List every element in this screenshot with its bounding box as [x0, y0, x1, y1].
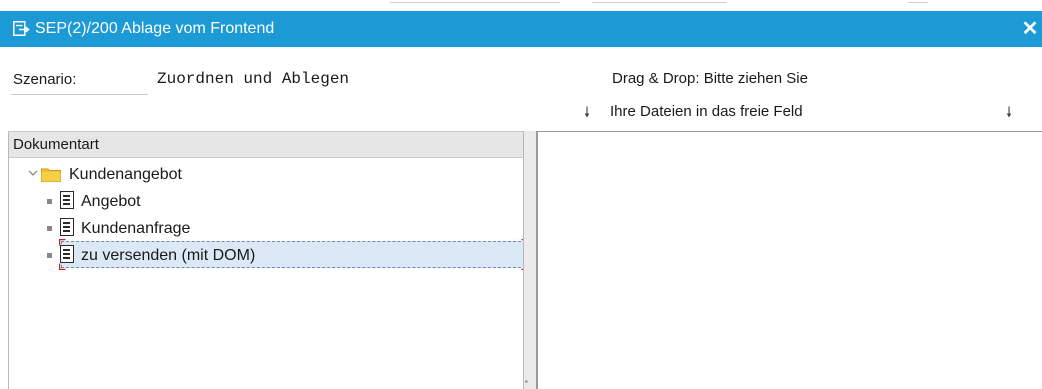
file-drop-area[interactable] — [537, 131, 1042, 389]
panel-splitter[interactable]: ▪ — [523, 131, 537, 389]
background-tab — [908, 2, 928, 11]
szenario-value-field[interactable]: Zuordnen und Ablegen — [157, 69, 349, 89]
tree-bullet — [47, 253, 52, 258]
resize-grip-icon: ▪ — [525, 377, 528, 386]
tree-node-kundenanfrage[interactable]: Kundenanfrage — [47, 218, 247, 240]
close-button[interactable]: ✕ — [1018, 16, 1042, 42]
close-icon: ✕ — [1021, 18, 1039, 40]
tree-node-kundenangebot[interactable]: Kundenangebot — [27, 164, 227, 186]
tree-node-zu-versenden[interactable]: zu versenden (mit DOM) — [47, 245, 347, 267]
top-strip — [0, 0, 1042, 11]
background-tab — [390, 2, 560, 11]
tree-bullet — [47, 199, 52, 204]
document-icon — [60, 245, 74, 263]
window-title: SEP(2)/200 Ablage vom Frontend — [35, 20, 275, 37]
tree-bullet — [47, 226, 52, 231]
szenario-label: Szenario: — [13, 71, 77, 88]
folder-icon — [41, 168, 61, 182]
chevron-down-icon[interactable] — [27, 167, 39, 179]
tree-header-label: Dokumentart — [13, 136, 99, 153]
document-icon — [60, 218, 74, 236]
arrow-down-icon: 🠗 — [1006, 104, 1013, 120]
window-titlebar: SEP(2)/200 Ablage vom Frontend ✕ — [0, 11, 1042, 47]
dialog-icon — [13, 21, 30, 36]
tree-node-angebot[interactable]: Angebot — [47, 191, 247, 213]
tree-node-label: Angebot — [81, 193, 141, 210]
arrow-down-icon: 🠗 — [584, 104, 591, 120]
background-tab — [592, 2, 727, 11]
tree-header: Dokumentart — [9, 131, 531, 158]
tree-node-label: zu versenden (mit DOM) — [81, 247, 256, 264]
tree-node-label: Kundenangebot — [69, 166, 182, 183]
drag-drop-hint-line1: Drag & Drop: Bitte ziehen Sie — [612, 70, 808, 87]
szenario-label-underline — [11, 94, 148, 95]
tree-node-label: Kundenanfrage — [81, 220, 191, 237]
drag-drop-hint-line2: Ihre Dateien in das freie Feld — [610, 103, 803, 120]
document-icon — [60, 191, 74, 209]
